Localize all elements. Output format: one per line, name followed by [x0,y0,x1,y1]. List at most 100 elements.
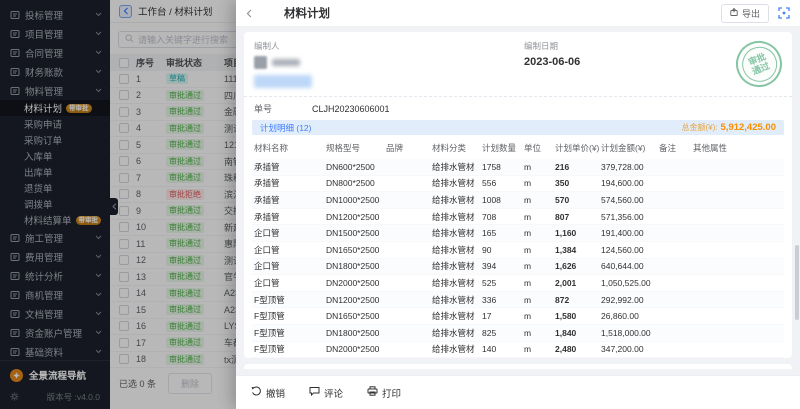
cell-category: 给排水管材 [432,177,482,189]
cell-qty: 90 [482,245,524,255]
cell-amount: 292,992.00 [601,295,659,305]
cell-category: 给排水管材 [432,343,482,355]
cell-unit: m [524,278,555,288]
cell-qty: 708 [482,212,524,222]
cell-category: 给排水管材 [432,277,482,289]
cell-name: 企口管 [254,227,326,239]
modal-mask[interactable] [0,0,236,409]
cell-category: 给排水管材 [432,161,482,173]
col-brand: 品牌 [386,142,432,154]
material-row[interactable]: 企口管DN1800*2500给排水管材394m1,626640,644.00 [252,259,784,276]
cell-spec: DN1650*2500 [326,245,386,255]
material-row[interactable]: 承插管DN800*2500给排水管材556m350194,600.00 [252,176,784,193]
cell-amount: 571,356.00 [601,212,659,222]
total-amount-value: 5,912,425.00 [721,122,776,133]
cell-amount: 194,600.00 [601,178,659,188]
cell-price: 2,480 [555,344,601,354]
cell-amount: 124,560.00 [601,245,659,255]
plan-detail-card: 编制人 编制日期 2023-06-06 审批通过 单号 [244,32,792,358]
material-row[interactable]: 承插管DN1200*2500给排水管材708m807571,356.00 [252,209,784,226]
printer-icon [367,386,378,399]
cell-category: 给排水管材 [432,327,482,339]
col-remark: 备注 [659,142,693,154]
material-row[interactable]: 企口管DN1650*2500给排水管材90m1,384124,560.00 [252,242,784,259]
material-row[interactable]: F型顶管DN1200*2500给排水管材336m872292,992.00 [252,292,784,309]
cell-unit: m [524,212,555,222]
comment-icon [309,386,320,399]
comment-button[interactable]: 评论 [309,386,343,400]
material-row[interactable]: F型顶管DN1800*2500给排水管材825m1,8401,518,000.0… [252,325,784,342]
cell-spec: DN1200*2500 [326,295,386,305]
cell-category: 给排水管材 [432,260,482,272]
cell-name: 承插管 [254,194,326,206]
cell-unit: m [524,178,555,188]
remark-card: 备注 暂无备注 [244,364,792,369]
cell-qty: 17 [482,311,524,321]
revoke-button[interactable]: 撤销 [251,386,285,400]
cell-spec: DN1000*2500 [326,195,386,205]
app-root: 投标管理项目管理合同管理财务账款物料管理材料计划带审批采购申请采购订单入库单出库… [0,0,800,409]
avatar [254,56,267,69]
cell-qty: 336 [482,295,524,305]
col-unit-price: 计划单价(¥) [555,142,601,154]
comment-label: 评论 [324,386,343,400]
col-qty: 计划数量 [482,142,524,154]
drawer-header: 材料计划 导出 [236,0,800,27]
print-label: 打印 [382,386,401,400]
collapse-drawer-icon[interactable] [246,9,252,18]
cell-amount: 191,400.00 [601,228,659,238]
cell-amount: 1,050,525.00 [601,278,659,288]
col-unit: 单位 [524,142,555,154]
drawer-footer: 撤销 评论 打印 [236,375,800,409]
material-row[interactable]: 承插管DN600*2500给排水管材1758m216379,728.00 [252,159,784,176]
cell-price: 1,580 [555,311,601,321]
undo-icon [251,386,262,399]
export-button[interactable]: 导出 [721,4,769,23]
cell-name: F型顶管 [254,310,326,322]
cell-category: 给排水管材 [432,211,482,223]
fullscreen-icon[interactable] [778,7,790,19]
cell-spec: DN2000*2500 [326,344,386,354]
material-row[interactable]: 企口管DN1500*2500给排水管材165m1,160191,400.00 [252,225,784,242]
materials-table: 材料名称 规格型号 品牌 材料分类 计划数量 单位 计划单价(¥) 计划金额(¥… [252,137,784,358]
cell-qty: 394 [482,261,524,271]
cell-price: 1,160 [555,228,601,238]
drawer-title: 材料计划 [284,5,330,21]
cell-unit: m [524,344,555,354]
cell-unit: m [524,295,555,305]
cell-category: 给排水管材 [432,310,482,322]
cell-spec: DN1500*2500 [326,228,386,238]
col-other: 其他属性 [693,142,784,154]
cell-price: 872 [555,295,601,305]
cell-amount: 640,644.00 [601,261,659,271]
cell-qty: 165 [482,228,524,238]
cell-amount: 379,728.00 [601,162,659,172]
cell-name: F型顶管 [254,294,326,306]
cell-name: 企口管 [254,260,326,272]
cell-price: 570 [555,195,601,205]
cell-price: 216 [555,162,601,172]
cell-price: 350 [555,178,601,188]
approval-seal: 审批通过 [729,34,789,94]
print-button[interactable]: 打印 [367,386,401,400]
cell-qty: 140 [482,344,524,354]
total-amount-label: 总金额(¥): [682,122,718,133]
material-row[interactable]: F型顶管DN2000*2500给排水管材140m2,480347,200.00 [252,342,784,359]
material-row[interactable]: F型顶管DN1650*2500给排水管材17m1,58026,860.00 [252,308,784,325]
cell-name: F型顶管 [254,327,326,339]
material-row[interactable]: 承插管DN1000*2500给排水管材1008m570574,560.00 [252,192,784,209]
cell-spec: DN600*2500 [326,162,386,172]
col-amount: 计划金额(¥) [601,142,659,154]
cell-amount: 347,200.00 [601,344,659,354]
material-row[interactable]: 企口管DN2000*2500给排水管材525m2,0011,050,525.00 [252,275,784,292]
creator-name-redacted [272,59,300,66]
cell-qty: 825 [482,328,524,338]
cell-amount: 26,860.00 [601,311,659,321]
cell-qty: 525 [482,278,524,288]
revoke-label: 撤销 [266,386,285,400]
drawer-scrollbar[interactable] [795,245,799,320]
cell-price: 807 [555,212,601,222]
cell-spec: DN1800*2500 [326,328,386,338]
export-icon [730,8,738,18]
cell-category: 给排水管材 [432,244,482,256]
